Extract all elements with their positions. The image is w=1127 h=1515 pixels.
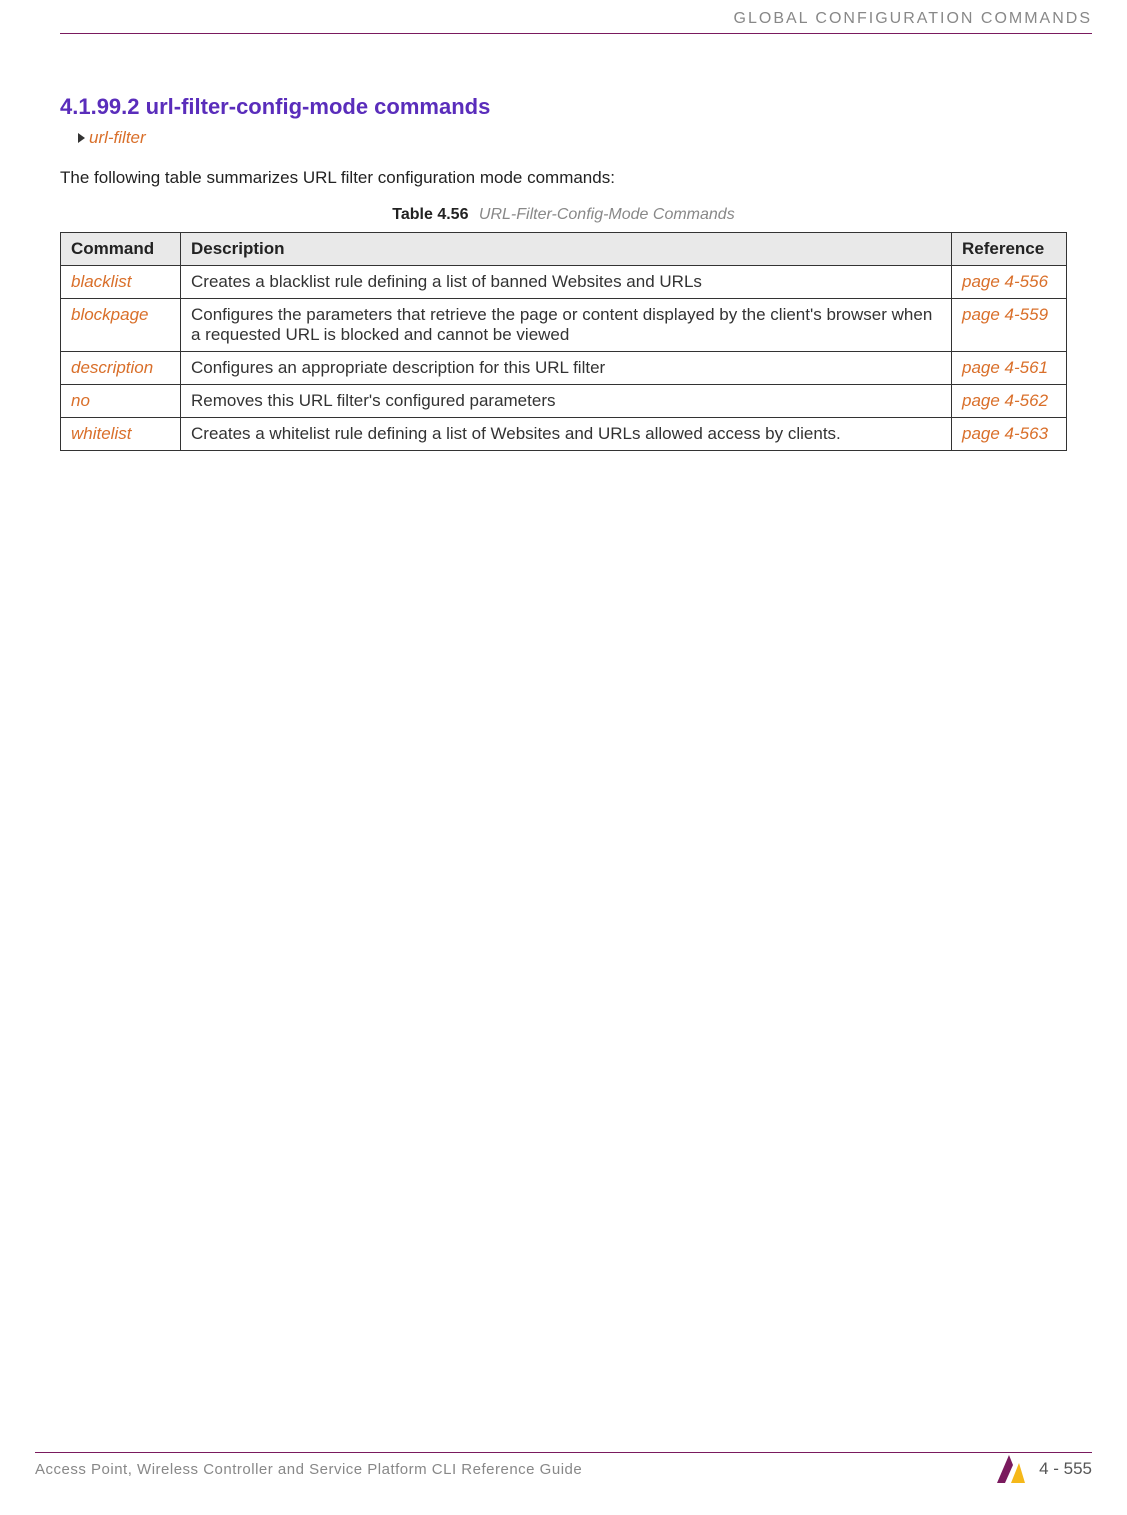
reference-link[interactable]: page 4-559 <box>952 299 1067 352</box>
col-header-description: Description <box>181 233 952 266</box>
reference-link[interactable]: page 4-556 <box>952 266 1067 299</box>
command-description: Creates a blacklist rule defining a list… <box>181 266 952 299</box>
command-link[interactable]: whitelist <box>61 418 181 451</box>
footer-guide-title: Access Point, Wireless Controller and Se… <box>35 1461 582 1478</box>
table-caption: Table 4.56 URL-Filter-Config-Mode Comman… <box>60 206 1067 224</box>
table-row: whitelist Creates a whitelist rule defin… <box>61 418 1067 451</box>
command-link[interactable]: description <box>61 352 181 385</box>
table-row: blacklist Creates a blacklist rule defin… <box>61 266 1067 299</box>
brand-logo-icon <box>995 1453 1027 1485</box>
command-description: Removes this URL filter's configured par… <box>181 385 952 418</box>
page-header: GLOBAL CONFIGURATION COMMANDS <box>0 0 1127 28</box>
command-link[interactable]: blockpage <box>61 299 181 352</box>
breadcrumb: url-filter <box>78 128 1067 148</box>
page-content: 4.1.99.2 url-filter-config-mode commands… <box>0 34 1127 451</box>
col-header-reference: Reference <box>952 233 1067 266</box>
table-row: blockpage Configures the parameters that… <box>61 299 1067 352</box>
header-title: GLOBAL CONFIGURATION COMMANDS <box>734 10 1092 27</box>
reference-link[interactable]: page 4-562 <box>952 385 1067 418</box>
table-row: description Configures an appropriate de… <box>61 352 1067 385</box>
reference-link[interactable]: page 4-561 <box>952 352 1067 385</box>
section-heading: 4.1.99.2 url-filter-config-mode commands <box>60 94 1067 120</box>
command-link[interactable]: blacklist <box>61 266 181 299</box>
command-description: Creates a whitelist rule defining a list… <box>181 418 952 451</box>
reference-link[interactable]: page 4-563 <box>952 418 1067 451</box>
table-caption-title: URL-Filter-Config-Mode Commands <box>479 206 735 223</box>
commands-table: Command Description Reference blacklist … <box>60 232 1067 451</box>
command-link[interactable]: no <box>61 385 181 418</box>
page-number: 4 - 555 <box>1039 1459 1092 1479</box>
table-header-row: Command Description Reference <box>61 233 1067 266</box>
intro-text: The following table summarizes URL filte… <box>60 168 1067 188</box>
table-row: no Removes this URL filter's configured … <box>61 385 1067 418</box>
command-description: Configures the parameters that retrieve … <box>181 299 952 352</box>
footer-right: 4 - 555 <box>995 1453 1092 1485</box>
table-caption-label: Table 4.56 <box>392 206 468 223</box>
command-description: Configures an appropriate description fo… <box>181 352 952 385</box>
breadcrumb-link[interactable]: url-filter <box>89 128 146 147</box>
page-footer: Access Point, Wireless Controller and Se… <box>35 1453 1092 1485</box>
triangle-right-icon <box>78 133 85 143</box>
col-header-command: Command <box>61 233 181 266</box>
